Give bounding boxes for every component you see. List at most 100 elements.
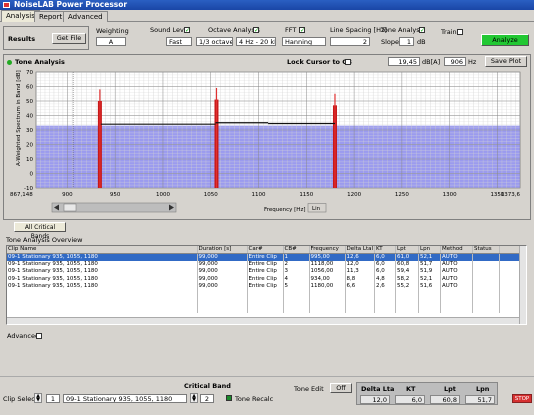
weighting-select[interactable]: A	[96, 37, 126, 46]
table-cell	[247, 290, 284, 298]
table-cell: 09-1 Stationary 935, 1055, 1180	[7, 282, 198, 291]
table-cell	[7, 305, 198, 313]
train-checkbox[interactable]	[457, 29, 463, 35]
column-header[interactable]: Lpt	[395, 246, 420, 254]
table-cell: 6,0	[374, 268, 397, 276]
lock-cursor-checkbox[interactable]	[345, 59, 351, 65]
fft-window-select[interactable]: Hanning	[282, 37, 326, 46]
column-header[interactable]: Method	[440, 246, 474, 254]
fft-checkbox[interactable]: ✓	[299, 27, 305, 34]
table-cell: 934,00	[309, 275, 346, 283]
table-cell	[440, 305, 474, 313]
get-file-button[interactable]: Get File	[52, 33, 86, 44]
cursor-hz-readout: 906	[444, 57, 466, 66]
critical-band-stepper-icon[interactable]: ▲ ▼	[190, 393, 198, 403]
table-cell: AUTO	[440, 275, 474, 283]
clip-name-field[interactable]: 09-1 Stationary 935, 1055, 1180	[63, 394, 187, 403]
x-tick-label: 950	[110, 192, 121, 198]
lpn-header: Lpn	[476, 385, 490, 393]
table-cell: 6,6	[345, 282, 376, 291]
scroll-thumb[interactable]	[63, 203, 77, 212]
table-row[interactable]: 09-1 Stationary 935, 1055, 1180 99,000 Ent…	[7, 260, 526, 269]
spectrum-chart[interactable]: A-Weighted Spectrum in Band [dB] -100102…	[4, 68, 530, 220]
fft-label: FFT	[285, 26, 297, 34]
column-header[interactable]: Frequency	[309, 246, 346, 254]
tone-analysis-panel: Tone Analysis Lock Cursor to CB 19,45 dB…	[3, 54, 531, 220]
train-label: Train	[441, 28, 457, 36]
line-spacing-select[interactable]: 2	[330, 37, 370, 46]
tone-analysis-checkbox[interactable]: ✓	[419, 27, 425, 34]
frequency-range-select[interactable]: 4 Hz - 20 kHz	[236, 37, 276, 46]
table-cell	[472, 305, 501, 313]
x-tick-label: 1050	[204, 192, 218, 198]
table-cell	[309, 290, 346, 298]
bottom-bar: Critical Band Tone Edit Off Clip Select …	[0, 376, 534, 415]
x-tick-label: 867,148	[10, 192, 33, 198]
clip-stepper-icon[interactable]: ▲ ▼	[34, 393, 42, 403]
sound-level-checkbox[interactable]: ✓	[184, 27, 190, 34]
table-cell: 99,000	[197, 282, 248, 291]
table-row[interactable]: 09-1 Stationary 935, 1055, 1180 99,000 Ent…	[7, 275, 526, 283]
octave-analysis-checkbox[interactable]: ✓	[253, 27, 259, 34]
critical-band-input[interactable]: 2	[200, 394, 214, 403]
octave-bandwidth-select[interactable]: 1/3 octave	[196, 37, 233, 46]
table-cell: 2,6	[374, 282, 397, 291]
clip-select-label: Clip Select	[3, 395, 38, 403]
table-horizontal-scrollbar[interactable]	[7, 317, 519, 324]
table-cell	[472, 282, 501, 291]
advanced-checkbox[interactable]	[36, 333, 42, 339]
table-cell	[472, 290, 501, 298]
table-cell: 52,1	[418, 275, 442, 283]
table-row[interactable]: 09-1 Stationary 935, 1055, 1180 99,000 Ent…	[7, 253, 526, 261]
results-summary: Delta Lta KT Lpt Lpn 12,0 6,0 60,8 51,7	[356, 382, 498, 405]
slope-unit: dB	[417, 38, 426, 46]
slope-input[interactable]: 1	[399, 37, 414, 46]
table-cell: 12,0	[345, 260, 376, 269]
lpt-value: 60,8	[430, 395, 460, 404]
column-header[interactable]: Car#	[247, 246, 284, 254]
table-cell	[374, 297, 397, 306]
tone-edit-toggle[interactable]: Off	[330, 383, 352, 393]
save-plot-button[interactable]: Save Plot	[485, 56, 527, 67]
table-cell	[7, 290, 198, 298]
title-bar: NoiseLAB Power Processor	[0, 0, 534, 10]
table-cell: 4,8	[374, 275, 397, 283]
tone-recalc-checkbox[interactable]	[226, 395, 232, 401]
table-cell: 59,4	[395, 268, 420, 276]
y-tick-label: 10	[26, 157, 33, 163]
table-cell	[345, 297, 376, 306]
column-header[interactable]: CB#	[283, 246, 310, 254]
table-cell	[247, 297, 284, 306]
column-header[interactable]: Lpn	[418, 246, 442, 254]
table-cell: 09-1 Stationary 935, 1055, 1180	[7, 268, 198, 276]
column-header[interactable]: Duration [s]	[197, 246, 248, 254]
clip-index-input[interactable]: 1	[46, 394, 60, 403]
table-cell: 99,000	[197, 268, 248, 276]
table-cell	[472, 260, 501, 269]
table-cell: 6,0	[374, 253, 397, 261]
column-header[interactable]: Clip Name	[7, 246, 198, 254]
table-cell	[197, 290, 248, 298]
table-cell	[440, 290, 474, 298]
table-cell: 1056,00	[309, 268, 346, 276]
x-tick-label: 1200	[347, 192, 361, 198]
column-header[interactable]: KT	[374, 246, 397, 254]
analyze-button[interactable]: Analyze	[481, 34, 529, 46]
y-tick-label: 50	[26, 99, 33, 105]
all-critical-bands-tab[interactable]: All Critical Bands	[14, 222, 66, 240]
stop-button[interactable]: STOP	[512, 394, 532, 403]
kt-header: KT	[406, 385, 416, 393]
status-led-icon	[7, 60, 12, 65]
column-header[interactable]: Status	[472, 246, 501, 254]
results-group: Results Get File	[3, 26, 89, 50]
sound-level-select[interactable]: Fast	[166, 37, 192, 46]
y-tick-label: 70	[26, 70, 33, 76]
y-tick-label: 60	[26, 85, 33, 91]
table-cell: 5	[283, 282, 310, 291]
x-tick-label: 1150	[299, 192, 313, 198]
table-vertical-scrollbar[interactable]	[519, 246, 526, 324]
table-row[interactable]: 09-1 Stationary 935, 1055, 1180 99,000 Ent…	[7, 282, 526, 291]
column-header[interactable]: Delta Ltal	[345, 246, 376, 254]
tab-advanced[interactable]: Advanced	[63, 11, 108, 22]
table-row[interactable]: 09-1 Stationary 935, 1055, 1180 99,000 Ent…	[7, 268, 526, 276]
